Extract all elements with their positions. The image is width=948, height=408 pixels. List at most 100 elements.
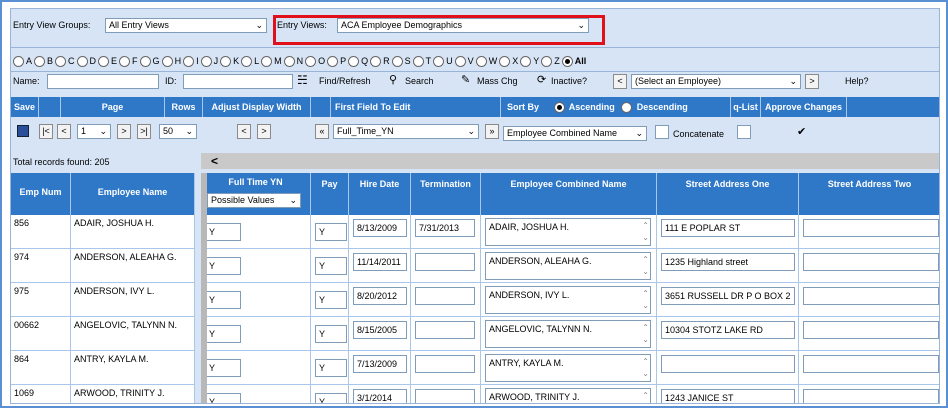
full-time-input[interactable]: Y xyxy=(205,325,241,343)
letter-radio[interactable] xyxy=(561,55,573,67)
hire-date-input[interactable]: 8/13/2009 xyxy=(353,219,407,237)
rows-select[interactable]: 50 ⌄ xyxy=(159,124,197,139)
qlist-checkbox[interactable] xyxy=(737,125,751,139)
combined-name-textarea[interactable]: ARWOOD, TRINITY J. ⌃⌄ xyxy=(485,388,651,403)
letter-radio[interactable] xyxy=(241,55,253,67)
first-field-next-button[interactable]: » xyxy=(485,124,499,139)
letter-filter-j[interactable]: J xyxy=(200,55,218,67)
letter-filter-m[interactable]: M xyxy=(261,55,282,67)
first-field-select[interactable]: Full_Time_YN ⌄ xyxy=(333,124,479,139)
letter-radio[interactable] xyxy=(433,55,445,67)
pay-input[interactable]: Y xyxy=(315,359,347,377)
letter-radio[interactable] xyxy=(161,55,173,67)
descending-radio[interactable] xyxy=(621,102,633,114)
full-time-input[interactable]: Y xyxy=(205,359,241,377)
combined-name-textarea[interactable]: ANTRY, KAYLA M. ⌃ ⌄ xyxy=(485,354,651,382)
hire-date-input[interactable]: 8/15/2005 xyxy=(353,321,407,339)
street-one-input[interactable]: 3651 RUSSELL DR P O BOX 2 xyxy=(661,287,795,305)
letter-radio[interactable] xyxy=(261,55,273,67)
full-time-input[interactable]: Y xyxy=(205,393,241,403)
letter-filter-y[interactable]: Y xyxy=(520,55,539,67)
letter-filter-all[interactable]: All xyxy=(561,55,586,67)
street-two-input[interactable] xyxy=(803,287,939,305)
combined-name-textarea[interactable]: ANGELOVIC, TALYNN N. ⌃ ⌄ xyxy=(485,320,651,348)
textarea-scroll-icon[interactable]: ⌃⌄ xyxy=(642,356,649,380)
combined-name-textarea[interactable]: ANDERSON, ALEAHA G. ⌃ ⌄ xyxy=(485,252,651,280)
horizontal-scroll-strip[interactable]: < xyxy=(201,153,939,169)
hire-date-input[interactable]: 11/14/2011 xyxy=(353,253,407,271)
full-time-filter-select[interactable]: Possible Values ⌄ xyxy=(207,193,301,208)
employee-select[interactable]: (Select an Employee) ⌄ xyxy=(631,74,801,89)
page-select[interactable]: 1 ⌄ xyxy=(77,124,111,139)
full-time-input[interactable]: Y xyxy=(205,223,241,241)
prev-employee-button[interactable]: < xyxy=(613,74,627,89)
textarea-scroll-icon[interactable]: ⌃⌄ xyxy=(642,220,649,244)
textarea-scroll-icon[interactable]: ⌃⌄ xyxy=(642,322,649,346)
pay-input[interactable]: Y xyxy=(315,291,347,309)
letter-radio[interactable] xyxy=(283,55,295,67)
letter-radio[interactable] xyxy=(139,55,151,67)
termination-input[interactable]: 7/31/2013 xyxy=(415,219,475,237)
textarea-scroll-icon[interactable]: ⌃⌄ xyxy=(642,288,649,312)
termination-input[interactable] xyxy=(415,355,475,373)
street-two-input[interactable] xyxy=(803,389,939,403)
letter-radio[interactable] xyxy=(34,55,46,67)
letter-radio[interactable] xyxy=(520,55,532,67)
first-field-prev-button[interactable]: « xyxy=(315,124,329,139)
street-two-input[interactable] xyxy=(803,253,939,271)
combined-name-textarea[interactable]: ADAIR, JOSHUA H. ⌃ ⌄ xyxy=(485,218,651,246)
letter-filter-z[interactable]: Z xyxy=(541,55,560,67)
letter-filter-p[interactable]: P xyxy=(327,55,346,67)
binoculars-icon[interactable]: ☵ xyxy=(297,73,308,87)
letter-filter-w[interactable]: W xyxy=(475,55,497,67)
letter-filter-x[interactable]: X xyxy=(499,55,518,67)
street-one-input[interactable]: 1235 Highland street xyxy=(661,253,795,271)
help-link[interactable]: Help? xyxy=(845,74,869,89)
street-one-input[interactable] xyxy=(661,355,795,373)
letter-filter-c[interactable]: C xyxy=(55,55,75,67)
letter-filter-k[interactable]: K xyxy=(220,55,239,67)
letter-filter-i[interactable]: I xyxy=(183,55,199,67)
letter-filter-t[interactable]: T xyxy=(412,55,431,67)
street-two-input[interactable] xyxy=(803,219,939,237)
search-person-icon[interactable]: ⚲ xyxy=(389,73,397,86)
find-refresh-link[interactable]: Find/Refresh xyxy=(319,74,371,89)
frozen-column-divider[interactable] xyxy=(201,173,207,403)
street-one-input[interactable]: 1243 JANICE ST xyxy=(661,389,795,403)
letter-radio[interactable] xyxy=(475,55,487,67)
street-one-input[interactable]: 111 E POPLAR ST xyxy=(661,219,795,237)
narrow-width-button[interactable]: < xyxy=(237,124,251,139)
letter-radio[interactable] xyxy=(305,55,317,67)
full-time-input[interactable]: Y xyxy=(205,291,241,309)
letter-filter-e[interactable]: E xyxy=(98,55,117,67)
termination-input[interactable] xyxy=(415,389,475,403)
letter-filter-g[interactable]: G xyxy=(139,55,160,67)
approve-changes-icon[interactable]: ✔ xyxy=(797,125,806,138)
letter-radio[interactable] xyxy=(412,55,424,67)
pay-input[interactable]: Y xyxy=(315,393,347,403)
letter-filter-n[interactable]: N xyxy=(283,55,303,67)
letter-filter-q[interactable]: Q xyxy=(348,55,368,67)
letter-filter-v[interactable]: V xyxy=(454,55,474,67)
search-link[interactable]: Search xyxy=(405,74,434,89)
letter-radio[interactable] xyxy=(98,55,110,67)
textarea-scroll-icon[interactable]: ⌃⌄ xyxy=(642,390,649,403)
full-time-input[interactable]: Y xyxy=(205,257,241,275)
letter-radio[interactable] xyxy=(220,55,232,67)
street-two-input[interactable] xyxy=(803,355,939,373)
letter-radio[interactable] xyxy=(370,55,382,67)
street-one-input[interactable]: 10304 STOTZ LAKE RD xyxy=(661,321,795,339)
last-page-button[interactable]: >| xyxy=(137,124,151,139)
hire-date-input[interactable]: 3/1/2014 xyxy=(353,389,407,403)
ascending-radio[interactable] xyxy=(553,102,565,114)
letter-radio[interactable] xyxy=(348,55,360,67)
inactive-link[interactable]: Inactive? xyxy=(551,74,587,89)
letter-filter-h[interactable]: H xyxy=(161,55,181,67)
letter-filter-b[interactable]: B xyxy=(34,55,53,67)
letter-filter-s[interactable]: S xyxy=(391,55,411,67)
concatenate-checkbox[interactable] xyxy=(655,125,669,139)
letter-radio[interactable] xyxy=(391,55,403,67)
letter-filter-f[interactable]: F xyxy=(119,55,138,67)
termination-input[interactable] xyxy=(415,287,475,305)
letter-filter-a[interactable]: A xyxy=(13,55,32,67)
